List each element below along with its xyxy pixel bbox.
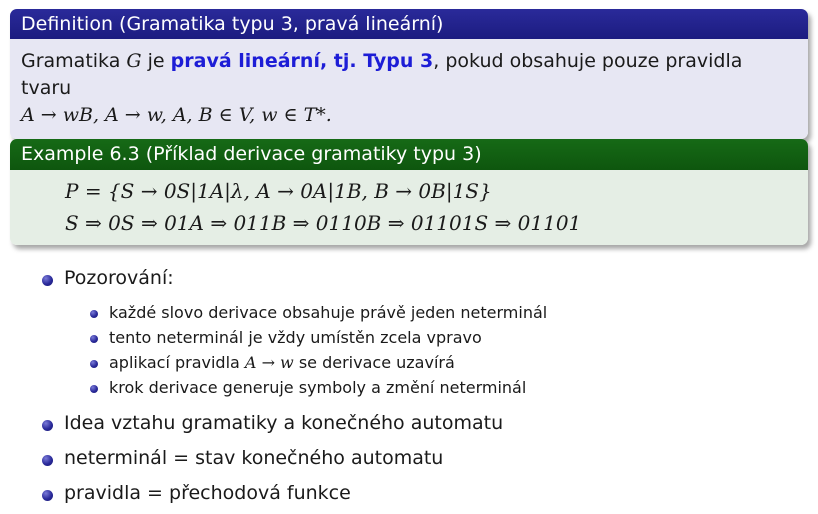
sub-list-text: se derivace uzavírá	[293, 353, 455, 372]
list-item: Pozorování:	[64, 267, 174, 289]
example-header: Example 6.3 (Příklad derivace gramatiky …	[10, 139, 808, 170]
bullet-icon	[90, 360, 98, 368]
definition-text: Gramatika	[21, 50, 127, 72]
example-block: Example 6.3 (Příklad derivace gramatiky …	[10, 139, 808, 245]
definition-formula: A → wB, A → w, A, B ∈ V, w ∈ T*.	[21, 104, 332, 126]
sub-list-text: aplikací pravidla	[109, 353, 245, 372]
bullet-icon	[42, 455, 53, 466]
sub-list-item: krok derivace generuje symboly a změní n…	[109, 378, 527, 397]
definition-line-1: Gramatika G je pravá lineární, tj. Typu …	[21, 48, 796, 102]
grammar-symbol: G	[126, 50, 142, 72]
bullet-icon	[90, 385, 98, 393]
list-item: pravidla = přechodová funkce	[64, 482, 351, 504]
definition-body: Gramatika G je pravá lineární, tj. Typu …	[10, 39, 808, 139]
bullet-icon	[42, 420, 53, 431]
example-rules: P = {S → 0S|1A|λ, A → 0A|1B, B → 0B|1S}	[65, 179, 492, 203]
definition-header: Definition (Gramatika typu 3, pravá line…	[10, 9, 808, 39]
rule-formula: A → w	[244, 353, 294, 372]
sub-list-item: každé slovo derivace obsahuje právě jede…	[109, 303, 548, 322]
bullet-icon	[90, 335, 98, 343]
sub-list-item: tento neterminál je vždy umístěn zcela v…	[109, 328, 482, 347]
bullet-icon	[42, 490, 53, 501]
definition-block: Definition (Gramatika typu 3, pravá line…	[10, 9, 808, 139]
list-item: neterminál = stav konečného automatu	[64, 447, 444, 469]
list-item: Idea vztahu gramatiky a konečného automa…	[64, 412, 504, 434]
sub-list-item: aplikací pravidla A → w se derivace uzav…	[109, 353, 455, 372]
bullet-icon	[90, 310, 98, 318]
definition-emphasis: pravá lineární, tj. Typu 3	[170, 50, 434, 72]
example-derivation: S ⇒ 0S ⇒ 01A ⇒ 011B ⇒ 0110B ⇒ 01101S ⇒ 0…	[65, 211, 582, 235]
example-body: P = {S → 0S|1A|λ, A → 0A|1B, B → 0B|1S} …	[10, 170, 808, 245]
definition-text: je	[141, 50, 171, 72]
bullet-icon	[42, 275, 53, 286]
